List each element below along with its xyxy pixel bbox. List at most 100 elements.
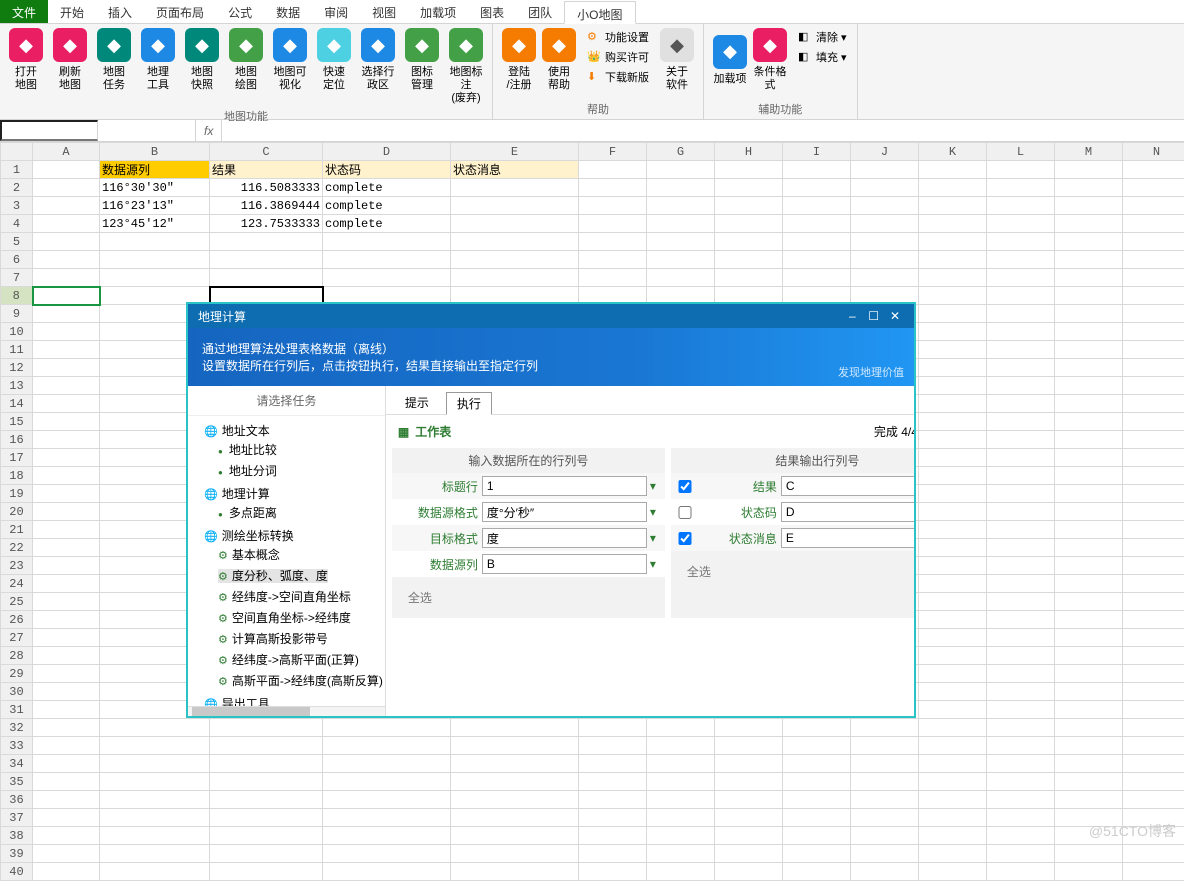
cell[interactable]: [715, 161, 783, 179]
cell[interactable]: 123°45′12″: [100, 215, 210, 233]
row-header[interactable]: 40: [1, 863, 33, 881]
cell[interactable]: [1055, 323, 1123, 341]
cell[interactable]: [1123, 305, 1184, 323]
cell[interactable]: [987, 845, 1055, 863]
cell[interactable]: [33, 737, 100, 755]
cell[interactable]: [1123, 467, 1184, 485]
cell[interactable]: [100, 755, 210, 773]
cell[interactable]: [987, 449, 1055, 467]
cell[interactable]: [1123, 719, 1184, 737]
row-header[interactable]: 16: [1, 431, 33, 449]
cell[interactable]: [33, 305, 100, 323]
row-header[interactable]: 11: [1, 341, 33, 359]
cell[interactable]: [919, 539, 987, 557]
cell[interactable]: complete: [323, 179, 451, 197]
dropdown-icon[interactable]: ▾: [647, 479, 659, 493]
cell[interactable]: [851, 233, 919, 251]
cell[interactable]: [647, 809, 715, 827]
cell[interactable]: [451, 863, 579, 881]
row-header[interactable]: 39: [1, 845, 33, 863]
cell[interactable]: [1123, 755, 1184, 773]
cell[interactable]: [210, 719, 323, 737]
cell[interactable]: [1123, 791, 1184, 809]
col-header[interactable]: F: [579, 143, 647, 161]
cell[interactable]: [715, 773, 783, 791]
ribbon-button[interactable]: ◆刷新地图: [50, 28, 90, 92]
cell[interactable]: [647, 197, 715, 215]
cell[interactable]: [100, 233, 210, 251]
cell[interactable]: [987, 305, 1055, 323]
cell[interactable]: [647, 845, 715, 863]
form-select[interactable]: [781, 528, 914, 548]
cell[interactable]: [210, 773, 323, 791]
cell[interactable]: [987, 611, 1055, 629]
menu-tab-3[interactable]: 公式: [216, 0, 264, 23]
ribbon-button[interactable]: ◆地图快照: [182, 28, 222, 92]
cell[interactable]: [715, 737, 783, 755]
tree-node[interactable]: 经纬度->空间直角坐标: [218, 590, 351, 604]
col-header[interactable]: A: [33, 143, 100, 161]
cell[interactable]: [33, 701, 100, 719]
cell[interactable]: [647, 251, 715, 269]
cell[interactable]: [1055, 215, 1123, 233]
cell[interactable]: [323, 863, 451, 881]
cell[interactable]: [987, 593, 1055, 611]
cell[interactable]: [210, 269, 323, 287]
cell[interactable]: [783, 845, 851, 863]
cell[interactable]: [1055, 395, 1123, 413]
row-header[interactable]: 32: [1, 719, 33, 737]
cell[interactable]: [451, 737, 579, 755]
cell[interactable]: [210, 755, 323, 773]
row-header[interactable]: 18: [1, 467, 33, 485]
cell[interactable]: [919, 773, 987, 791]
cell[interactable]: [1123, 701, 1184, 719]
cell[interactable]: [783, 773, 851, 791]
cell[interactable]: [1055, 791, 1123, 809]
cell[interactable]: [1123, 539, 1184, 557]
cell[interactable]: [1123, 341, 1184, 359]
cell[interactable]: [451, 791, 579, 809]
cell[interactable]: [210, 827, 323, 845]
cell[interactable]: [987, 629, 1055, 647]
cell[interactable]: [987, 485, 1055, 503]
cell[interactable]: [851, 827, 919, 845]
cell[interactable]: [987, 827, 1055, 845]
formula-input[interactable]: [222, 121, 1184, 140]
cell[interactable]: [647, 791, 715, 809]
cell[interactable]: [1123, 683, 1184, 701]
cell[interactable]: [1123, 215, 1184, 233]
cell[interactable]: [987, 557, 1055, 575]
cell[interactable]: [919, 449, 987, 467]
menu-tab-8[interactable]: 图表: [468, 0, 516, 23]
cell[interactable]: [851, 809, 919, 827]
cell[interactable]: [100, 845, 210, 863]
cell[interactable]: [451, 215, 579, 233]
cell[interactable]: [323, 737, 451, 755]
cell[interactable]: [987, 359, 1055, 377]
row-header[interactable]: 2: [1, 179, 33, 197]
cell[interactable]: [783, 233, 851, 251]
cell[interactable]: [647, 233, 715, 251]
cell[interactable]: [647, 179, 715, 197]
cell[interactable]: 结果: [210, 161, 323, 179]
cell[interactable]: complete: [323, 197, 451, 215]
cell[interactable]: [851, 179, 919, 197]
cell[interactable]: [1123, 593, 1184, 611]
cell[interactable]: [987, 215, 1055, 233]
cell[interactable]: [33, 557, 100, 575]
cell[interactable]: [1123, 377, 1184, 395]
cell[interactable]: [33, 719, 100, 737]
tree-node[interactable]: 基本概念: [218, 548, 280, 562]
cell[interactable]: [647, 863, 715, 881]
cell[interactable]: [100, 863, 210, 881]
cell[interactable]: [919, 467, 987, 485]
cell[interactable]: [100, 773, 210, 791]
cell[interactable]: [100, 719, 210, 737]
cell[interactable]: [1123, 161, 1184, 179]
cell[interactable]: [987, 395, 1055, 413]
cell[interactable]: [33, 323, 100, 341]
cell[interactable]: [715, 755, 783, 773]
row-header[interactable]: 29: [1, 665, 33, 683]
form-select[interactable]: [482, 554, 647, 574]
cell[interactable]: [987, 341, 1055, 359]
